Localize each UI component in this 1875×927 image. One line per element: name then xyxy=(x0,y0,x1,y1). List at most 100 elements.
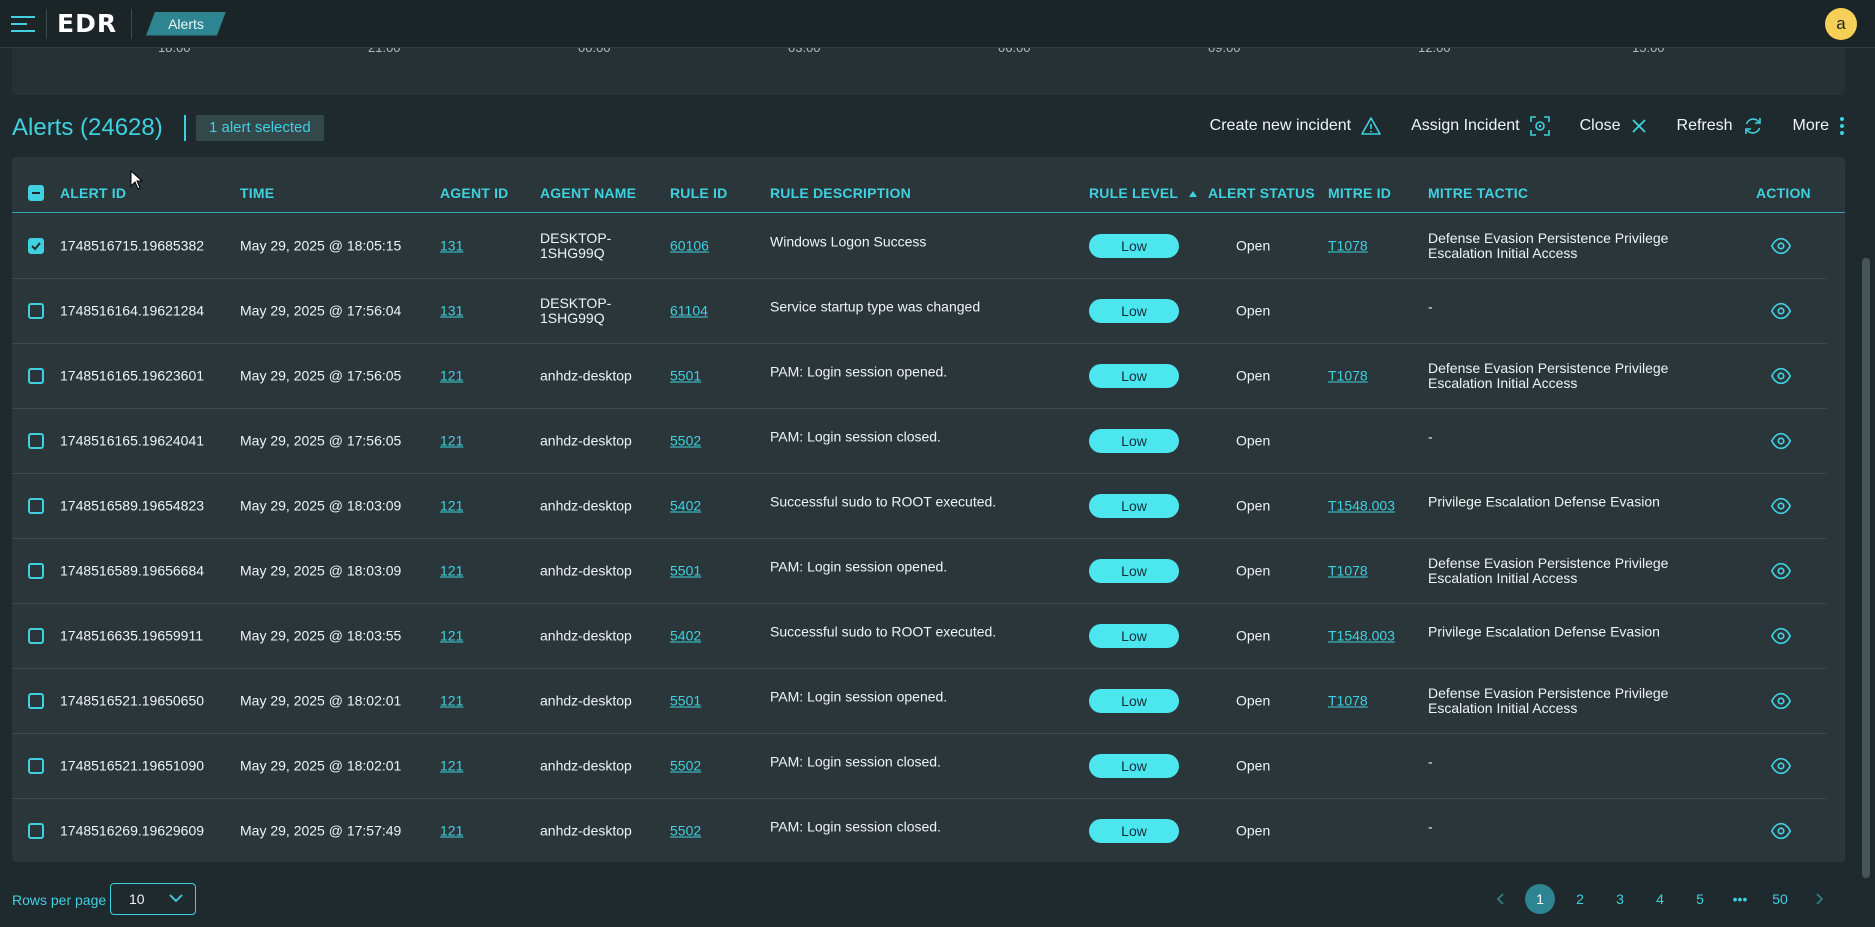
mitre-id-link[interactable]: T1078 xyxy=(1328,238,1368,254)
agent-id-link[interactable]: 121 xyxy=(440,628,463,644)
table-row[interactable]: 1748516165.19624041 May 29, 2025 @ 17:56:… xyxy=(12,409,1827,474)
rule-id-link[interactable]: 5402 xyxy=(670,498,701,514)
mitre-id-link[interactable]: T1078 xyxy=(1328,368,1368,384)
breadcrumb-alerts[interactable]: Alerts xyxy=(146,12,226,36)
col-agent-id[interactable]: AGENT ID xyxy=(440,185,509,201)
alerts-timeline-chart: 18:00 21:00 00:00 03:00 06:00 09:00 12:00 15:00 xyxy=(12,48,1845,95)
row-checkbox[interactable] xyxy=(28,563,44,579)
page-button[interactable]: 2 xyxy=(1565,884,1595,914)
col-alert-status[interactable]: ALERT STATUS xyxy=(1208,185,1315,201)
prev-page-icon[interactable] xyxy=(1485,884,1515,914)
col-rule-description[interactable]: RULE DESCRIPTION xyxy=(770,185,911,201)
view-eye-icon[interactable] xyxy=(1770,365,1792,387)
mitre-id-link[interactable]: T1078 xyxy=(1328,563,1368,579)
rule-id-link[interactable]: 5402 xyxy=(670,628,701,644)
mitre-tactic: Privilege Escalation Defense Evasion xyxy=(1428,493,1660,510)
create-incident-button[interactable]: Create new incident xyxy=(1210,117,1381,135)
table-row[interactable]: 1748516165.19623601 May 29, 2025 @ 17:56:… xyxy=(12,344,1827,409)
rule-id-link[interactable]: 60106 xyxy=(670,238,709,254)
table-row[interactable]: 1748516715.19685382 May 29, 2025 @ 18:05:… xyxy=(12,214,1827,279)
view-eye-icon[interactable] xyxy=(1770,820,1792,842)
agent-id-link[interactable]: 121 xyxy=(440,368,463,384)
assign-incident-button[interactable]: Assign Incident xyxy=(1411,116,1550,136)
kebab-menu-icon xyxy=(1840,117,1844,135)
agent-id-link[interactable]: 131 xyxy=(440,303,463,319)
view-eye-icon[interactable] xyxy=(1770,300,1792,322)
table-row[interactable]: 1748516164.19621284 May 29, 2025 @ 17:56:… xyxy=(12,279,1827,344)
rule-id-link[interactable]: 5502 xyxy=(670,758,701,774)
agent-id-link[interactable]: 121 xyxy=(440,433,463,449)
select-all-checkbox[interactable] xyxy=(28,185,44,201)
more-button[interactable]: More xyxy=(1793,116,1845,136)
col-time[interactable]: TIME xyxy=(240,185,274,201)
rule-description: Successful sudo to ROOT executed. xyxy=(770,493,997,510)
rule-level-badge: Low xyxy=(1089,494,1179,518)
row-checkbox[interactable] xyxy=(28,498,44,514)
page-ellipsis[interactable]: ••• xyxy=(1725,884,1755,914)
table-row[interactable]: 1748516635.19659911 May 29, 2025 @ 18:03:… xyxy=(12,604,1827,669)
agent-name: anhdz-desktop xyxy=(540,562,632,579)
next-page-icon[interactable] xyxy=(1805,884,1835,914)
alert-time: May 29, 2025 @ 17:56:05 xyxy=(240,432,402,449)
view-eye-icon[interactable] xyxy=(1770,235,1792,257)
rule-id-link[interactable]: 5501 xyxy=(670,563,701,579)
table-row[interactable]: 1748516589.19654823 May 29, 2025 @ 18:03:… xyxy=(12,474,1827,539)
page-button[interactable]: 1 xyxy=(1525,884,1555,914)
mitre-tactic: Defense Evasion Persistence Privilege Es… xyxy=(1428,360,1669,391)
col-mitre-tactic[interactable]: MITRE TACTIC xyxy=(1428,185,1528,201)
col-mitre-id[interactable]: MITRE ID xyxy=(1328,185,1391,201)
col-rule-id[interactable]: RULE ID xyxy=(670,185,727,201)
agent-id-link[interactable]: 121 xyxy=(440,823,463,839)
view-eye-icon[interactable] xyxy=(1770,430,1792,452)
rule-id-link[interactable]: 61104 xyxy=(670,303,708,319)
mitre-id-link[interactable]: T1548.003 xyxy=(1328,628,1395,644)
row-checkbox[interactable] xyxy=(28,303,44,319)
page-button[interactable]: 4 xyxy=(1645,884,1675,914)
col-alert-id[interactable]: ALERT ID xyxy=(60,185,126,201)
alert-status: Open xyxy=(1236,692,1271,709)
alert-id: 1748516165.19624041 xyxy=(60,432,205,449)
view-eye-icon[interactable] xyxy=(1770,690,1792,712)
table-row[interactable]: 1748516521.19650650 May 29, 2025 @ 18:02:… xyxy=(12,669,1827,734)
view-eye-icon[interactable] xyxy=(1770,755,1792,777)
agent-id-link[interactable]: 121 xyxy=(440,498,463,514)
rule-id-link[interactable]: 5501 xyxy=(670,368,701,384)
agent-id-link[interactable]: 121 xyxy=(440,563,463,579)
agent-id-link[interactable]: 121 xyxy=(440,693,463,709)
mitre-id-link[interactable]: T1078 xyxy=(1328,693,1368,709)
mitre-id-link[interactable]: T1548.003 xyxy=(1328,498,1395,514)
table-row[interactable]: 1748516269.19629609 May 29, 2025 @ 17:57:… xyxy=(12,799,1827,862)
refresh-button[interactable]: Refresh xyxy=(1677,116,1763,136)
row-checkbox[interactable] xyxy=(28,433,44,449)
row-checkbox[interactable] xyxy=(28,238,44,254)
page-scrollbar[interactable] xyxy=(1862,258,1870,878)
row-checkbox[interactable] xyxy=(28,823,44,839)
agent-id-link[interactable]: 121 xyxy=(440,758,463,774)
page-button[interactable]: 5 xyxy=(1685,884,1715,914)
row-checkbox[interactable] xyxy=(28,693,44,709)
page-button[interactable]: 3 xyxy=(1605,884,1635,914)
hamburger-menu-icon[interactable] xyxy=(0,0,46,48)
user-avatar[interactable]: a xyxy=(1825,8,1857,40)
close-button[interactable]: Close xyxy=(1580,117,1647,135)
table-row[interactable]: 1748516589.19656684 May 29, 2025 @ 18:03:… xyxy=(12,539,1827,604)
row-checkbox[interactable] xyxy=(28,368,44,384)
col-agent-name[interactable]: AGENT NAME xyxy=(540,185,636,201)
rule-id-link[interactable]: 5502 xyxy=(670,823,701,839)
mouse-cursor-icon xyxy=(130,170,144,190)
view-eye-icon[interactable] xyxy=(1770,560,1792,582)
view-eye-icon[interactable] xyxy=(1770,625,1792,647)
col-rule-level[interactable]: RULE LEVEL xyxy=(1089,185,1198,201)
app-logo[interactable]: EDR xyxy=(57,9,117,38)
mitre-tactic: - xyxy=(1428,753,1433,770)
agent-name: anhdz-desktop xyxy=(540,627,632,644)
page-button[interactable]: 50 xyxy=(1765,884,1795,914)
agent-id-link[interactable]: 131 xyxy=(440,238,463,254)
rule-id-link[interactable]: 5501 xyxy=(670,693,701,709)
table-row[interactable]: 1748516521.19651090 May 29, 2025 @ 18:02:… xyxy=(12,734,1827,799)
view-eye-icon[interactable] xyxy=(1770,495,1792,517)
rows-per-page-select[interactable]: 10 xyxy=(110,883,196,915)
row-checkbox[interactable] xyxy=(28,628,44,644)
row-checkbox[interactable] xyxy=(28,758,44,774)
rule-id-link[interactable]: 5502 xyxy=(670,433,701,449)
